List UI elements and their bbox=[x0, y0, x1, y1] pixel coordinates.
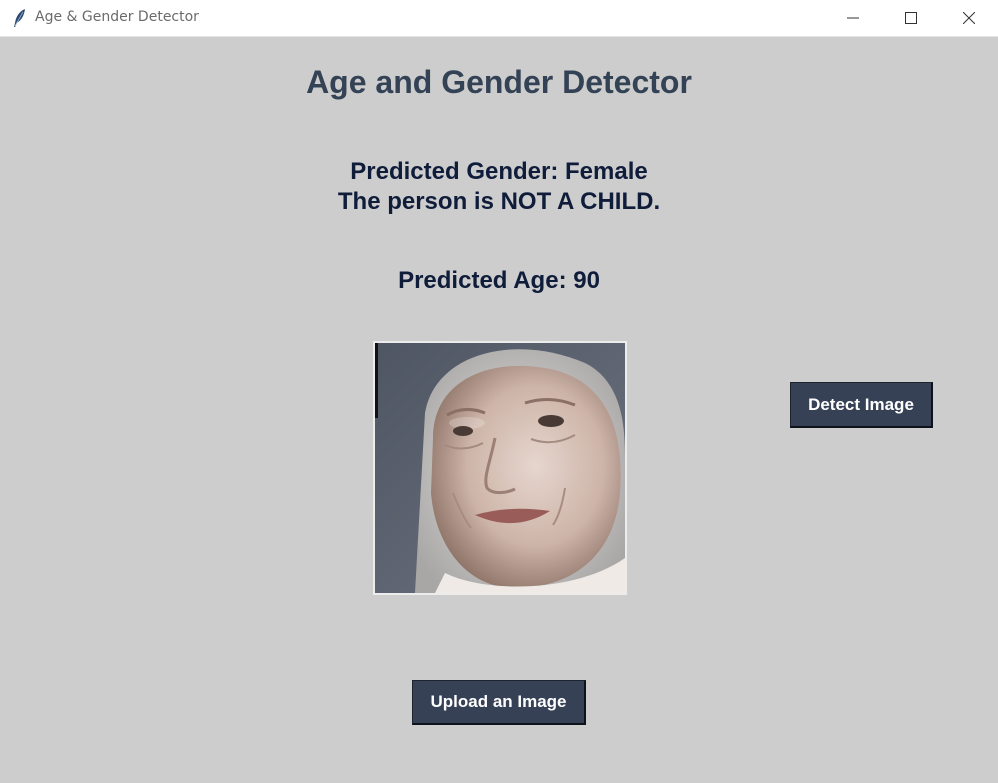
upload-image-button[interactable]: Upload an Image bbox=[412, 680, 586, 725]
predicted-age-label: Predicted Age: 90 bbox=[398, 267, 600, 294]
predicted-gender-label: Predicted Gender: Female bbox=[350, 158, 648, 185]
close-icon bbox=[963, 12, 975, 24]
app-heading: Age and Gender Detector bbox=[306, 64, 692, 100]
title-bar: Age & Gender Detector bbox=[0, 0, 998, 37]
uploaded-face-image bbox=[373, 341, 627, 595]
maximize-button[interactable] bbox=[882, 0, 940, 36]
window-title: Age & Gender Detector bbox=[35, 9, 199, 25]
detect-image-button[interactable]: Detect Image bbox=[790, 382, 933, 428]
minimize-icon bbox=[847, 17, 859, 19]
minimize-button[interactable] bbox=[824, 0, 882, 36]
close-button[interactable] bbox=[940, 0, 998, 36]
feather-icon bbox=[12, 8, 28, 28]
maximize-icon bbox=[905, 12, 917, 24]
child-status-label: The person is NOT A CHILD. bbox=[337, 188, 661, 215]
